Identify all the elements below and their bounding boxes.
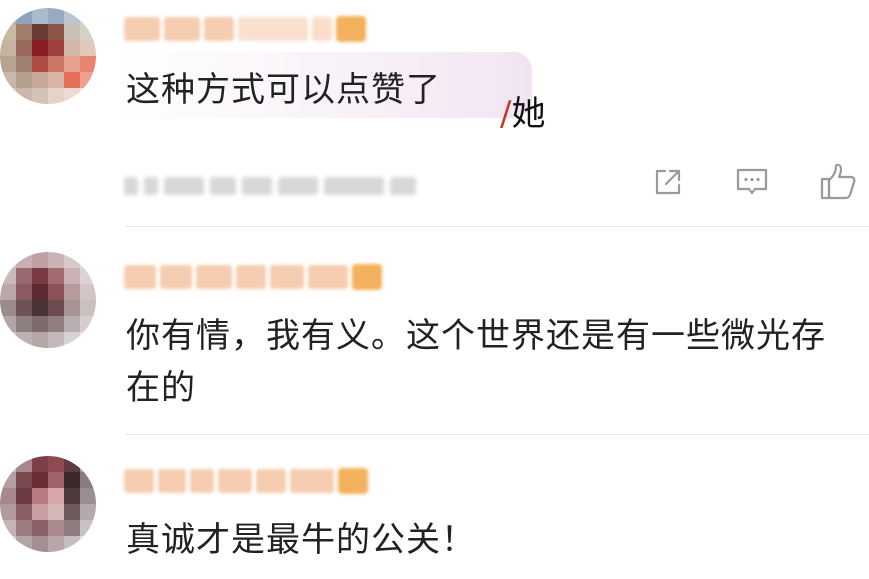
share-button[interactable] xyxy=(646,160,690,204)
member-badge-icon xyxy=(336,16,366,42)
comment-item-3: 真诚才是最牛的公关！ xyxy=(0,436,869,579)
comment-item-1: 这种方式可以点赞了 /她 xyxy=(0,0,869,228)
comment-text: 真诚才是最牛的公关！ xyxy=(126,520,476,560)
member-badge-icon xyxy=(352,264,382,290)
share-icon xyxy=(655,169,681,195)
comment-text-line-2: 在的 xyxy=(126,368,196,408)
reply-button[interactable] xyxy=(730,160,774,204)
like-button[interactable] xyxy=(816,160,860,204)
username-redacted[interactable] xyxy=(124,464,368,498)
avatar[interactable] xyxy=(0,456,96,552)
divider xyxy=(126,226,869,227)
divider xyxy=(126,434,869,435)
like-icon xyxy=(820,163,856,200)
username-redacted[interactable] xyxy=(124,12,366,46)
avatar[interactable] xyxy=(0,8,96,104)
comment-meta-redacted xyxy=(124,168,416,204)
username-redacted[interactable] xyxy=(124,260,382,294)
comment-text-line-1: 你有情，我有义。这个世界还是有一些微光存 xyxy=(126,316,826,356)
avatar[interactable] xyxy=(0,252,96,348)
mark-slash: / xyxy=(500,94,512,134)
comment-text: 这种方式可以点赞了 xyxy=(126,70,441,110)
member-badge-icon xyxy=(338,468,368,494)
overlay-mark: /她 xyxy=(500,86,545,135)
comment-icon xyxy=(736,168,768,195)
comment-item-2: 你有情，我有义。这个世界还是有一些微光存 在的 xyxy=(0,228,869,436)
mark-text: 她 xyxy=(511,94,546,134)
